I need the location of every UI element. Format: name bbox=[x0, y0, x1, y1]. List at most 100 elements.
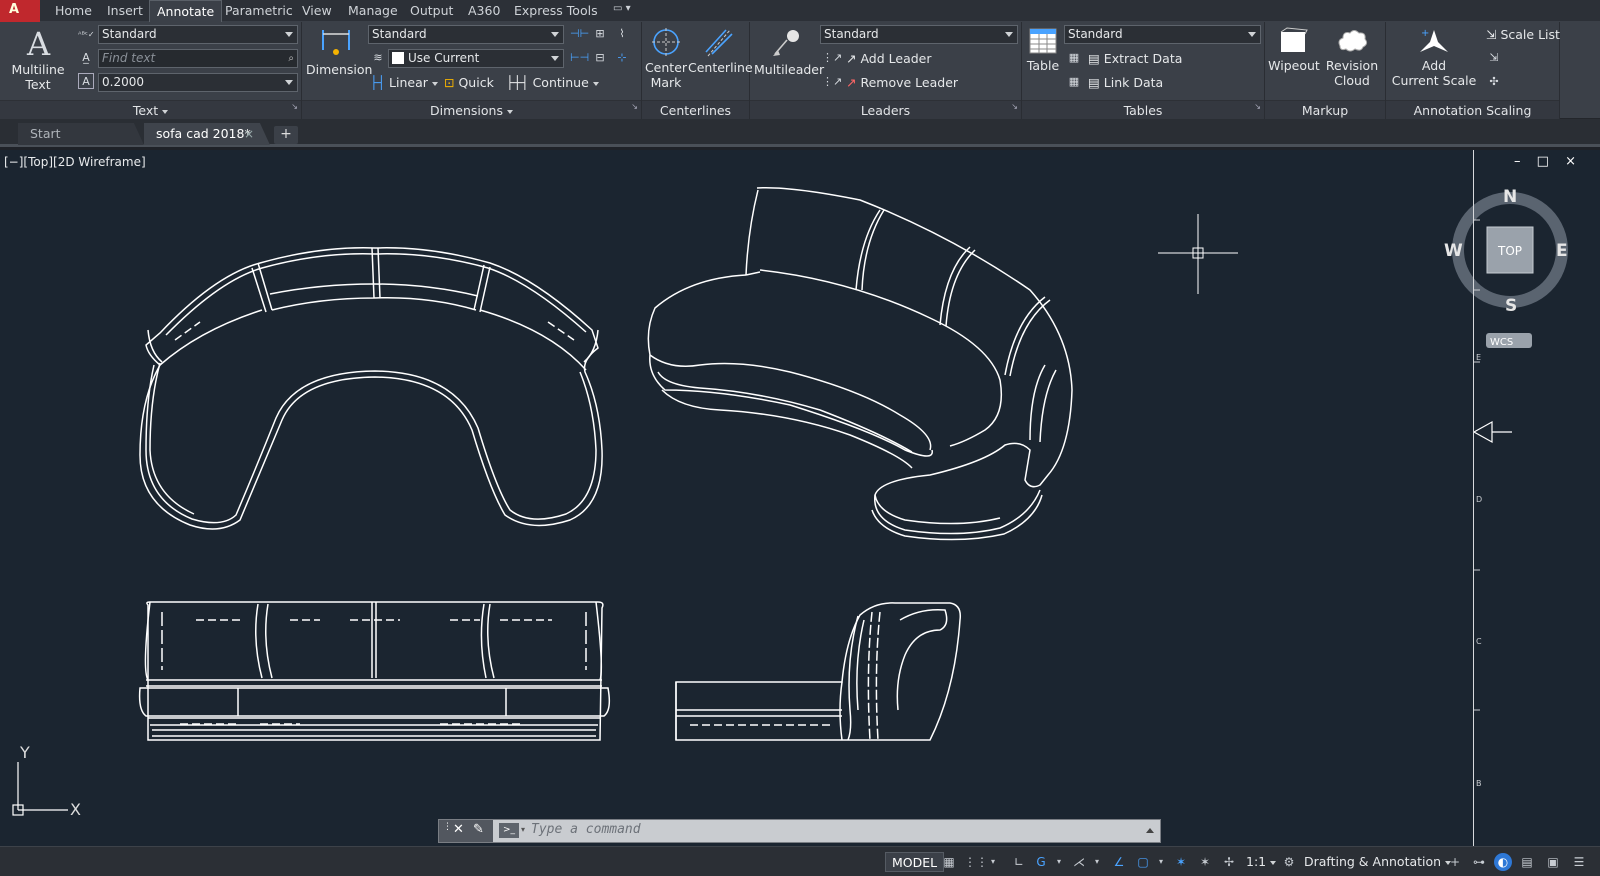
text-height-dropdown[interactable]: 0.2000 bbox=[98, 73, 298, 92]
dim-update-icon[interactable]: ⊟ bbox=[592, 50, 608, 66]
viewcube-north-label[interactable]: N bbox=[1503, 187, 1517, 207]
mleader-style-dropdown[interactable]: Standard bbox=[820, 25, 1018, 44]
dialog-launcher-icon[interactable]: ↘ bbox=[1254, 97, 1261, 116]
sync-scale-icon[interactable]: ⇲ bbox=[1486, 50, 1502, 66]
viewcube-east-label[interactable]: E bbox=[1556, 241, 1568, 261]
workspace-switcher[interactable]: Drafting & Annotation bbox=[1304, 853, 1452, 871]
revision-cloud-button[interactable]: Revision Cloud bbox=[1321, 26, 1383, 88]
drag-handle-icon[interactable]: ⋮ bbox=[443, 822, 452, 832]
chevron-down-icon[interactable]: ▾ bbox=[1050, 853, 1068, 871]
object-snap-icon[interactable]: ▢ bbox=[1134, 853, 1152, 871]
extract-data-button[interactable]: ▤ Extract Data bbox=[1088, 49, 1182, 68]
centerline-button[interactable]: Centerline bbox=[688, 26, 753, 75]
dialog-launcher-icon[interactable]: ↘ bbox=[291, 97, 298, 116]
application-menu-button[interactable]: A bbox=[0, 0, 40, 22]
multileader-button[interactable]: Multileader bbox=[754, 26, 824, 77]
linear-dimension-button[interactable]: ├┤ Linear bbox=[370, 73, 438, 92]
command-line-grip[interactable]: ⋮ ✕ ✎ bbox=[439, 820, 493, 842]
find-text-icon[interactable]: A̲ bbox=[78, 50, 94, 66]
chevron-down-icon[interactable]: ▾ bbox=[1152, 853, 1170, 871]
dimension-button[interactable]: Dimension bbox=[306, 26, 372, 77]
collect-leaders-icon[interactable]: ⋮↗ bbox=[822, 74, 842, 90]
annotation-scale-dropdown[interactable]: 1:1 bbox=[1246, 853, 1277, 871]
customize-wrench-icon[interactable]: ✎ bbox=[473, 822, 484, 837]
table-style-dropdown[interactable]: Standard bbox=[1064, 25, 1261, 44]
dim-jog-icon[interactable]: ⌇ bbox=[614, 26, 630, 42]
multiline-text-button[interactable]: A Multiline Text bbox=[8, 26, 68, 92]
text-panel-title[interactable]: Text ↘ bbox=[0, 100, 301, 119]
chevron-down-icon[interactable]: ▾ bbox=[984, 853, 1002, 871]
dialog-launcher-icon[interactable]: ↘ bbox=[1011, 97, 1018, 116]
chevron-down-icon[interactable]: ▾ bbox=[521, 825, 525, 834]
new-tab-button[interactable]: + bbox=[274, 126, 298, 144]
command-history-up-icon[interactable] bbox=[1146, 828, 1154, 833]
drawing-viewport[interactable]: [−][Top][2D Wireframe] – □ × Y X TOP N S… bbox=[0, 150, 1600, 846]
tab-parametric[interactable]: Parametric bbox=[218, 0, 300, 22]
find-text-input[interactable]: Find text ⌕ bbox=[98, 49, 298, 68]
dimensions-panel-title[interactable]: Dimensions ↘ bbox=[302, 100, 641, 119]
plus-icon[interactable]: + bbox=[1446, 853, 1464, 871]
scale-list-button[interactable]: ⇲ Scale List bbox=[1486, 25, 1560, 44]
tab-a360[interactable]: A360 bbox=[461, 0, 507, 22]
download-from-source-icon[interactable]: ▦ bbox=[1066, 74, 1082, 90]
command-input[interactable]: >_ ▾ Type a command bbox=[495, 820, 1160, 842]
viewcube-west-label[interactable]: W bbox=[1444, 241, 1463, 261]
close-icon[interactable]: ✕ bbox=[453, 822, 464, 837]
customization-menu-icon[interactable]: ☰ bbox=[1570, 853, 1588, 871]
ortho-mode-icon[interactable]: ∟ bbox=[1010, 853, 1028, 871]
align-leaders-icon[interactable]: ⋮↗ bbox=[822, 50, 842, 66]
remove-leader-button[interactable]: ↗ Remove Leader bbox=[846, 73, 958, 92]
wcs-menu[interactable]: WCS bbox=[1490, 337, 1513, 348]
check-spelling-icon[interactable]: ᴬᴮᶜ✓ bbox=[78, 27, 95, 43]
clean-screen-icon[interactable]: ▣ bbox=[1544, 853, 1562, 871]
file-tab-sofa-cad[interactable]: sofa cad 2018* × bbox=[144, 123, 270, 145]
dim-break-icon[interactable]: ⊣⊢ bbox=[570, 26, 589, 42]
model-space-button[interactable]: MODEL bbox=[885, 852, 945, 872]
dim-inspect-icon[interactable]: ⊢⊣ bbox=[570, 50, 589, 66]
grid-icon[interactable]: ▦ bbox=[940, 853, 958, 871]
tab-annotate[interactable]: Annotate bbox=[149, 0, 223, 22]
text-height-icon[interactable]: A bbox=[78, 73, 94, 89]
table-cell-icon[interactable]: ▦ bbox=[1066, 50, 1082, 66]
annotation-monitor-icon[interactable]: ⊶ bbox=[1470, 853, 1488, 871]
command-prompt-icon[interactable]: >_ bbox=[499, 823, 519, 838]
isolate-objects-icon[interactable]: ◐ bbox=[1494, 853, 1512, 871]
dim-adjust-space-icon[interactable]: ⊞ bbox=[592, 26, 608, 42]
snap-mode-icon[interactable]: ⋮⋮ bbox=[964, 853, 988, 871]
continue-dimension-button[interactable]: ├┼┤ Continue bbox=[506, 73, 599, 92]
viewcube[interactable]: TOP N S E W WCS bbox=[1444, 187, 1568, 348]
tab-manage[interactable]: Manage bbox=[341, 0, 405, 22]
gear-icon[interactable]: ⚙ bbox=[1280, 853, 1298, 871]
text-style-dropdown[interactable]: Standard bbox=[98, 25, 298, 44]
annotation-scale-icon[interactable]: ✣ bbox=[1486, 74, 1502, 90]
dialog-launcher-icon[interactable]: ↘ bbox=[631, 97, 638, 116]
add-leader-button[interactable]: ↗ Add Leader bbox=[846, 49, 932, 68]
close-tab-icon[interactable]: × bbox=[244, 123, 254, 145]
tab-insert[interactable]: Insert bbox=[100, 0, 150, 22]
viewcube-top-face[interactable]: TOP bbox=[1497, 244, 1522, 258]
dim-reassociate-icon[interactable]: ⊹ bbox=[614, 50, 630, 66]
center-mark-button[interactable]: Center Mark bbox=[644, 26, 688, 90]
annotation-scale-icon[interactable]: ✢ bbox=[1220, 853, 1238, 871]
hardware-acceleration-icon[interactable]: ▤ bbox=[1518, 853, 1536, 871]
table-button[interactable]: Table bbox=[1024, 26, 1062, 73]
isodraft-icon[interactable]: ⋌ bbox=[1070, 853, 1088, 871]
dim-layer-dropdown[interactable]: Use Current bbox=[388, 49, 564, 68]
tab-home[interactable]: Home bbox=[48, 0, 99, 22]
chevron-down-icon[interactable]: ▾ bbox=[1088, 853, 1106, 871]
wipeout-button[interactable]: Wipeout bbox=[1267, 26, 1321, 73]
find-binoculars-icon[interactable]: ⌕ bbox=[288, 50, 294, 67]
auto-scale-icon[interactable]: ✶ bbox=[1196, 853, 1214, 871]
dim-style-dropdown[interactable]: Standard bbox=[368, 25, 564, 44]
tab-view[interactable]: View bbox=[295, 0, 339, 22]
tab-output[interactable]: Output bbox=[403, 0, 460, 22]
polar-tracking-icon[interactable]: G bbox=[1032, 853, 1050, 871]
tab-express-tools[interactable]: Express Tools bbox=[507, 0, 605, 22]
file-tab-start[interactable]: Start bbox=[18, 123, 144, 145]
link-data-button[interactable]: ▤ Link Data bbox=[1088, 73, 1163, 92]
add-current-scale-button[interactable]: + Add Current Scale bbox=[1386, 26, 1482, 88]
viewcube-south-label[interactable]: S bbox=[1505, 296, 1517, 316]
object-snap-tracking-icon[interactable]: ∠ bbox=[1110, 853, 1128, 871]
panel-visibility-dropdown-icon[interactable]: ▭ ▾ bbox=[613, 3, 641, 19]
annotation-visibility-icon[interactable]: ✶ bbox=[1172, 853, 1190, 871]
